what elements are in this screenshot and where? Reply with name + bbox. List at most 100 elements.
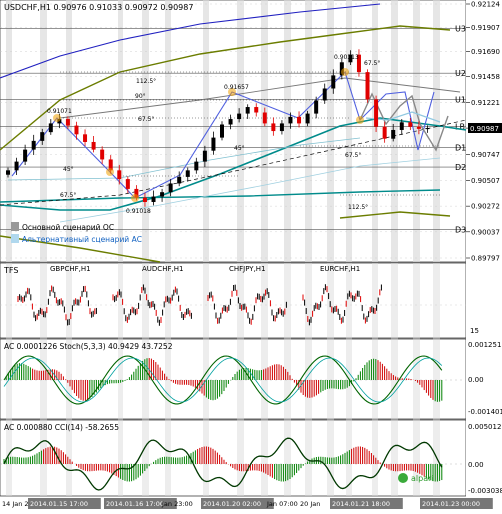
session-band bbox=[237, 0, 244, 262]
price-tick-label: 0.89797 bbox=[471, 255, 500, 263]
candle-body bbox=[391, 129, 396, 139]
candle-body bbox=[83, 134, 88, 142]
candle-body bbox=[100, 149, 105, 160]
candle-body bbox=[425, 128, 430, 130]
time-label: 2014.01.21 18:00 bbox=[332, 500, 390, 508]
candle-body bbox=[245, 107, 250, 114]
level-label-d1: D1 bbox=[455, 143, 466, 152]
session-band-lower bbox=[327, 263, 334, 496]
annotation-label: 67.5° bbox=[364, 60, 380, 67]
candle-body bbox=[23, 149, 28, 162]
pivot-marker bbox=[53, 114, 61, 122]
ac-cci-tick-bottom: -0.003038 bbox=[468, 487, 502, 495]
candle-body bbox=[288, 116, 293, 124]
candle-body bbox=[65, 119, 70, 126]
level-label-u2: U2 bbox=[455, 69, 466, 78]
ac-cci-tick-top: 0.005012 bbox=[468, 423, 501, 431]
candle-body bbox=[40, 132, 45, 141]
alpari-logo-text: alpari bbox=[411, 474, 434, 483]
time-label: Jan 07:00 bbox=[266, 500, 298, 508]
candle-body bbox=[399, 122, 404, 130]
level-label-d3: D3 bbox=[455, 225, 466, 234]
candle-body bbox=[254, 107, 259, 113]
tfs-pair-audchf: AUDCHF,H1 bbox=[142, 265, 183, 273]
candle-body bbox=[382, 126, 387, 139]
candle-body bbox=[297, 116, 302, 124]
price-tick-label: 0.91907 bbox=[471, 24, 500, 32]
candle-body bbox=[160, 192, 165, 197]
tfs-pair-eurchf: EURCHF,H1 bbox=[320, 265, 360, 273]
price-tick-label: 0.92124 bbox=[471, 1, 500, 9]
candle-body bbox=[279, 123, 284, 132]
session-band bbox=[165, 0, 171, 262]
current-price-box: 0.90987 bbox=[468, 123, 502, 133]
pivot-marker bbox=[356, 116, 364, 124]
candle-body bbox=[305, 113, 310, 124]
session-band-lower bbox=[118, 263, 123, 496]
time-label: 2014.01.16 17:00 bbox=[106, 500, 164, 508]
candle-body bbox=[271, 123, 276, 132]
alpari-logo: alpari bbox=[398, 473, 434, 483]
time-label: 20 Jan bbox=[300, 500, 320, 508]
price-tick-label: 0.90272 bbox=[471, 203, 500, 211]
alt-scenario-swatch bbox=[11, 234, 19, 243]
candle-body bbox=[374, 99, 379, 127]
candle-body bbox=[416, 126, 421, 129]
annotation-label: 45° bbox=[234, 145, 245, 152]
tfs-scale-label: 15 bbox=[470, 327, 479, 335]
main-header: USDCHF,H1 0.90976 0.91033 0.90972 0.9098… bbox=[4, 3, 193, 12]
pivot-marker bbox=[106, 168, 114, 176]
candle-body bbox=[365, 72, 370, 100]
annotation-label: 0.91071 bbox=[47, 108, 72, 115]
candle-body bbox=[237, 113, 242, 120]
annotation-label: 90° bbox=[135, 93, 146, 100]
annotation-label: 67.5° bbox=[345, 152, 361, 159]
time-label: Jan 23:00 bbox=[161, 500, 193, 508]
candle-body bbox=[322, 88, 327, 101]
alpari-logo-mark bbox=[398, 473, 408, 483]
candle-body bbox=[168, 183, 173, 193]
chart-canvas: U3U2U1LBD1D2D3 0.910710.910180.916570.90… bbox=[0, 0, 502, 510]
ac-stoch-tick-bottom: -0.001401 bbox=[468, 408, 502, 416]
annotation-label: 112.5° bbox=[348, 204, 368, 211]
main-scenario-swatch bbox=[11, 222, 19, 231]
candle-body bbox=[177, 176, 182, 184]
price-tick-label: 0.91690 bbox=[471, 48, 500, 56]
candle-body bbox=[211, 137, 216, 151]
level-label-d2: D2 bbox=[455, 163, 466, 172]
candle-body bbox=[202, 150, 207, 162]
time-label: 2014.01.23 00:00 bbox=[422, 500, 480, 508]
session-band-lower bbox=[66, 263, 72, 496]
candle-body bbox=[151, 196, 156, 203]
price-tick-label: 0.90507 bbox=[471, 177, 500, 185]
pivot-marker bbox=[341, 68, 349, 76]
time-label: 2014.01.15 17:00 bbox=[30, 500, 88, 508]
alt-scenario-label: Альтернативный сценарий АС bbox=[22, 235, 142, 244]
session-band bbox=[142, 0, 149, 262]
candle-body bbox=[262, 112, 267, 124]
session-band bbox=[346, 0, 352, 262]
candle-body bbox=[6, 170, 10, 175]
session-band bbox=[305, 0, 312, 262]
ac-cci-header: AC 0.000880 CCI(14) -58.2655 bbox=[4, 423, 119, 432]
price-tick-label: 0.90747 bbox=[471, 151, 500, 159]
session-band-lower bbox=[391, 263, 398, 496]
price-tick-label: 0.91458 bbox=[471, 73, 500, 81]
tfs-pair-gbpchf: GBPCHF,H1 bbox=[50, 265, 91, 273]
candle-body bbox=[48, 123, 53, 133]
candle-body bbox=[14, 161, 19, 171]
pivot-marker bbox=[131, 194, 139, 202]
candle-body bbox=[185, 170, 190, 177]
candle-body bbox=[117, 170, 122, 180]
candle-body bbox=[220, 124, 224, 138]
candle-body bbox=[91, 141, 96, 150]
annotation-label: 112.5° bbox=[136, 78, 156, 85]
annotation-label: 45° bbox=[63, 166, 74, 173]
candle-body bbox=[31, 140, 36, 150]
annotation-label: 0.90313 bbox=[334, 54, 359, 61]
session-band-lower bbox=[413, 263, 420, 496]
price-tick-label: 0.91221 bbox=[471, 99, 500, 107]
forex-chart: U3 U2 U1 LB D1 D2 D3 0.91071 0.91018 0.91657 0.90… bbox=[0, 0, 502, 510]
ac-stoch-tick-top: 0.001251 bbox=[468, 341, 501, 349]
ac-stoch-tick-zero: 0.00 bbox=[468, 376, 484, 384]
